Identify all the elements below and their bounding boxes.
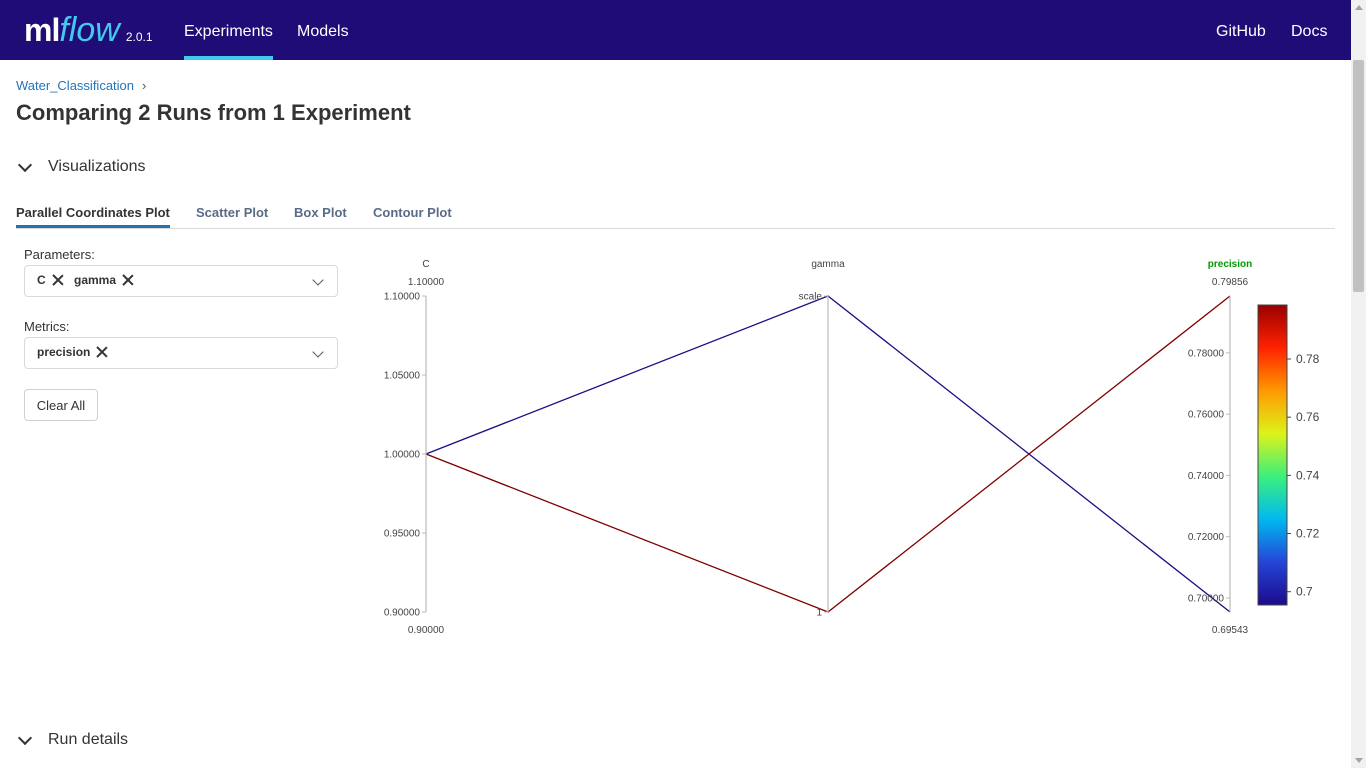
axis-title-C: C <box>422 259 429 270</box>
axis-tick-label: 0.72000 <box>1188 532 1225 543</box>
tab-parallel-coordinates[interactable]: Parallel Coordinates Plot <box>16 205 170 220</box>
axis-tick-label: 0.74000 <box>1188 471 1225 482</box>
metrics-label: Metrics: <box>24 319 70 334</box>
axis-category-label: scale <box>799 292 823 303</box>
breadcrumb: Water_Classification › <box>16 78 146 93</box>
axis-min-label: 0.90000 <box>408 625 445 636</box>
colorbar-tick-label: 0.74 <box>1296 468 1320 482</box>
axis-tick-label: 1.05000 <box>384 371 421 382</box>
visualizations-title: Visualizations <box>48 158 146 175</box>
remove-precision-close-icon[interactable] <box>96 346 108 358</box>
run-details-section-toggle[interactable]: Run details <box>17 730 129 749</box>
nav-models[interactable]: Models <box>297 0 349 60</box>
parameter-tag-gamma: gamma <box>74 273 117 287</box>
colorbar-tick-label: 0.72 <box>1296 527 1320 541</box>
chevron-down-icon[interactable] <box>312 274 324 286</box>
metrics-select[interactable]: precision <box>24 337 338 369</box>
scroll-down-arrow-icon[interactable] <box>1355 758 1363 763</box>
colorbar <box>1257 304 1288 606</box>
axis-tick-label: 0.70000 <box>1188 593 1225 604</box>
nav-experiments[interactable]: Experiments <box>184 0 273 60</box>
axis-title-gamma: gamma <box>811 259 845 270</box>
remove-c-close-icon[interactable] <box>52 274 64 286</box>
tab-box-plot[interactable]: Box Plot <box>294 205 347 220</box>
parallel-coordinates-plot[interactable]: C 1.10000 0.90000 1.10000 1.05000 1.00000 0.95… <box>360 240 1335 650</box>
logo-flow-text: flow <box>59 11 120 49</box>
axis-tick-label: 0.90000 <box>384 608 421 619</box>
remove-gamma-close-icon[interactable] <box>122 274 134 286</box>
chevron-down-icon <box>17 730 33 746</box>
axis-max-label: 1.10000 <box>408 277 445 288</box>
visualizations-section-toggle[interactable]: Visualizations <box>17 157 146 176</box>
mlflow-logo[interactable]: ml flow 2.0.1 <box>24 8 153 52</box>
visualization-tabs: Parallel Coordinates Plot Scatter Plot B… <box>16 200 1335 229</box>
scroll-up-arrow-icon[interactable] <box>1355 5 1363 10</box>
tab-contour-plot[interactable]: Contour Plot <box>373 205 452 220</box>
axis-tick-label: 0.78000 <box>1188 348 1225 359</box>
axis-tick-label: 0.76000 <box>1188 410 1225 421</box>
axis-tick-label: 0.95000 <box>384 529 421 540</box>
axis-min-label: 0.69543 <box>1212 625 1249 636</box>
breadcrumb-chevron-icon: › <box>142 78 147 93</box>
parameters-label: Parameters: <box>24 247 95 262</box>
axis-category-label: 1 <box>816 608 822 619</box>
axis-title-precision: precision <box>1208 259 1252 270</box>
page-scrollbar[interactable] <box>1351 0 1366 768</box>
chevron-down-icon <box>17 157 33 173</box>
chevron-down-icon[interactable] <box>312 346 324 358</box>
breadcrumb-experiment-link[interactable]: Water_Classification <box>16 78 134 93</box>
parameters-select[interactable]: C gamma <box>24 265 338 297</box>
colorbar-tick-label: 0.7 <box>1296 585 1313 599</box>
axis-tick-label: 1.10000 <box>384 292 421 303</box>
nav-github-link[interactable]: GitHub <box>1216 0 1266 60</box>
tab-scatter-plot[interactable]: Scatter Plot <box>196 205 268 220</box>
logo-ml-text: ml <box>24 12 60 48</box>
scroll-thumb[interactable] <box>1353 60 1364 292</box>
version-label: 2.0.1 <box>125 30 153 44</box>
colorbar-tick-label: 0.76 <box>1296 410 1320 424</box>
axis-max-label: 0.79856 <box>1212 277 1249 288</box>
axis-tick-label: 1.00000 <box>384 450 421 461</box>
metric-tag-precision: precision <box>37 345 91 359</box>
active-tab-indicator <box>16 225 170 228</box>
parameter-tag-c: C <box>37 273 46 287</box>
page-title: Comparing 2 Runs from 1 Experiment <box>16 100 411 125</box>
top-navbar: ml flow 2.0.1 Experiments Models GitHub … <box>0 0 1351 60</box>
clear-all-button[interactable]: Clear All <box>24 389 98 421</box>
colorbar-tick-label: 0.78 <box>1296 352 1320 366</box>
nav-docs-link[interactable]: Docs <box>1291 0 1327 60</box>
run-details-title: Run details <box>48 731 129 748</box>
